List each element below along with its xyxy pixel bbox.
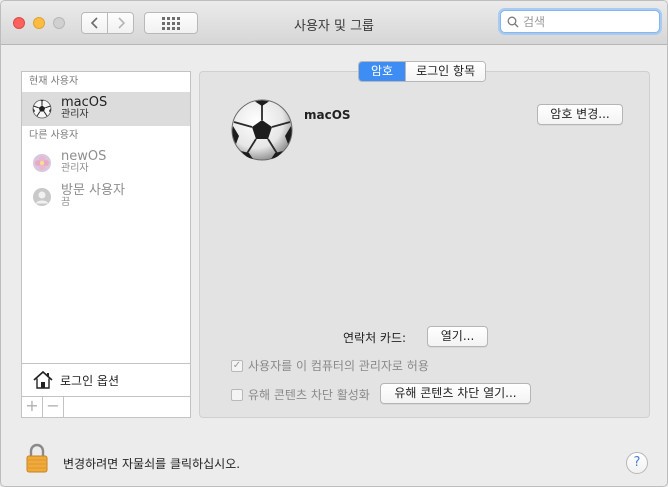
search-input[interactable]	[523, 14, 653, 29]
lock-icon[interactable]	[25, 443, 49, 473]
title-bar: 사용자 및 그룹	[1, 1, 667, 45]
lock-instruction-text: 변경하려면 자물쇠를 클릭하십시오.	[63, 457, 241, 471]
tab-password[interactable]: 암호	[359, 62, 406, 81]
selected-user-name: macOS	[304, 108, 351, 122]
other-users-section-label: 다른 사용자	[29, 130, 79, 141]
allow-admin-label: 사용자를 이 컴퓨터의 관리자로 허용	[248, 359, 429, 373]
allow-admin-checkbox[interactable]: ✓	[231, 359, 243, 372]
help-button[interactable]: ?	[626, 452, 648, 474]
detail-tabs: 암호 로그인 항목	[358, 61, 487, 82]
search-field[interactable]	[500, 10, 660, 33]
user-name: 방문 사용자	[61, 183, 125, 198]
user-name: newOS	[61, 149, 107, 164]
user-row-guest[interactable]: 방문 사용자 끔	[22, 180, 190, 214]
allow-admin-row: ✓ 사용자를 이 컴퓨터의 관리자로 허용	[231, 357, 429, 374]
users-groups-window: 사용자 및 그룹 현재 사용자 macOS 관리자	[0, 0, 668, 487]
soccer-ball-icon[interactable]	[230, 98, 294, 162]
user-role: 끔	[61, 197, 71, 208]
flower-avatar-icon	[33, 154, 51, 172]
contact-card-label: 연락처 카드:	[343, 331, 407, 345]
parental-controls-row: 유해 콘텐츠 차단 활성화	[231, 386, 370, 403]
user-row-macos[interactable]: macOS 관리자	[22, 92, 190, 126]
parental-controls-label: 유해 콘텐츠 차단 활성화	[248, 388, 370, 402]
login-options-label: 로그인 옵션	[60, 373, 120, 388]
user-row-newos[interactable]: newOS 관리자	[22, 146, 190, 180]
add-user-button[interactable]: +	[22, 397, 43, 417]
open-parental-controls-button[interactable]: 유해 콘텐츠 차단 열기...	[380, 383, 531, 404]
remove-user-button[interactable]: −	[43, 397, 64, 417]
house-icon	[33, 370, 53, 389]
search-icon	[507, 16, 519, 27]
soccer-ball-icon	[32, 99, 52, 119]
tab-login-items[interactable]: 로그인 항목	[405, 62, 486, 81]
guest-avatar-icon	[33, 188, 51, 206]
open-contact-card-button[interactable]: 열기...	[427, 326, 488, 347]
change-password-button[interactable]: 암호 변경...	[537, 104, 623, 125]
user-name: macOS	[61, 95, 108, 110]
add-remove-bar: + −	[21, 397, 191, 418]
user-role: 관리자	[61, 109, 89, 120]
login-options-item[interactable]: 로그인 옵션	[21, 363, 191, 397]
user-list: 현재 사용자 macOS 관리자 다른 사용자 newOS 관리자 방문 사용자…	[21, 71, 191, 364]
parental-controls-checkbox[interactable]	[231, 388, 243, 401]
user-role: 관리자	[61, 163, 89, 174]
current-user-section-label: 현재 사용자	[29, 76, 79, 87]
